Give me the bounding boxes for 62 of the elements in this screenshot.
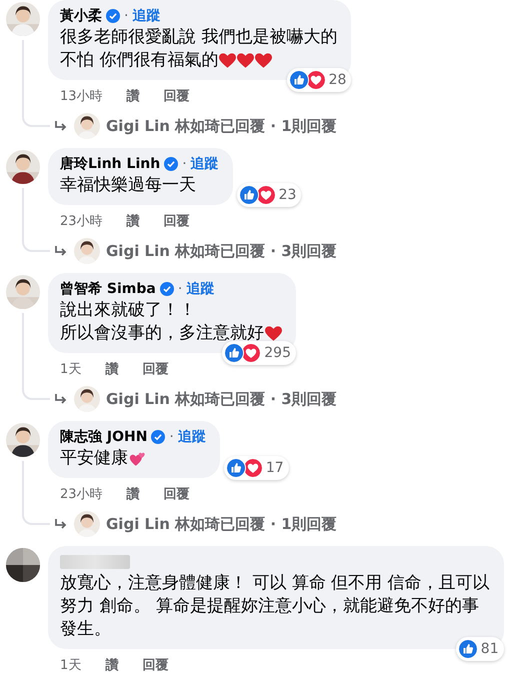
author-name[interactable]: 黃小柔 bbox=[60, 6, 102, 26]
separator-dot: · bbox=[169, 428, 174, 447]
reaction-summary[interactable]: 81 bbox=[456, 637, 504, 661]
like-reaction-icon bbox=[224, 343, 244, 363]
author-name[interactable]: 陳志強 JOHN bbox=[60, 427, 148, 447]
reaction-summary[interactable]: 23 bbox=[236, 183, 302, 207]
author-name[interactable]: 曾智希 Simba bbox=[60, 279, 156, 299]
like-link[interactable]: 讚 bbox=[126, 486, 140, 504]
like-reaction-icon bbox=[458, 639, 478, 659]
like-link[interactable]: 讚 bbox=[105, 361, 118, 379]
comment-text: 很多老師很愛亂說 我們也是被嚇大的 bbox=[60, 26, 338, 49]
like-link[interactable]: 讚 bbox=[105, 657, 118, 675]
timestamp[interactable]: 1天 bbox=[60, 657, 82, 675]
reply-link[interactable]: 回覆 bbox=[142, 361, 168, 379]
follow-link[interactable]: 追蹤 bbox=[190, 154, 219, 174]
reply-arrow-icon bbox=[54, 245, 68, 257]
reply-arrow-icon bbox=[54, 393, 68, 405]
comment-text: 放寬心，注意身體健康！ 可以 算命 但不用 信命，且可以 bbox=[60, 572, 490, 595]
view-replies-link[interactable]: Gigi Lin 林如琦已回覆 · 3則回覆 bbox=[106, 242, 337, 260]
view-replies-link[interactable]: Gigi Lin 林如琦已回覆 · 1則回覆 bbox=[106, 514, 337, 534]
separator-dot: · bbox=[178, 280, 182, 299]
heart-icon bbox=[255, 52, 272, 68]
comment-text: 不怕 你們很有福氣的 bbox=[60, 49, 218, 72]
reply-link[interactable]: 回覆 bbox=[164, 486, 190, 504]
comment-text: 發生。 bbox=[60, 618, 111, 641]
like-reaction-icon bbox=[238, 185, 259, 205]
heart-icon bbox=[265, 326, 282, 342]
reply-arrow-icon bbox=[54, 518, 68, 530]
comment-text: 平安健康 bbox=[60, 447, 128, 470]
follow-link[interactable]: 追蹤 bbox=[178, 427, 206, 447]
author-name[interactable]: 唐玲Linh Linh bbox=[60, 154, 160, 174]
timestamp[interactable]: 13小時 bbox=[60, 88, 103, 106]
view-replies-link[interactable]: Gigi Lin 林如琦已回覆 · 1則回覆 bbox=[106, 116, 337, 136]
follow-link[interactable]: 追蹤 bbox=[186, 279, 214, 299]
reaction-summary[interactable]: 28 bbox=[286, 68, 352, 92]
comment-text: 說出來就破了！！ bbox=[60, 299, 196, 322]
separator-dot: · bbox=[182, 155, 187, 174]
reply-link[interactable]: 回覆 bbox=[142, 657, 168, 675]
like-reaction-icon bbox=[226, 458, 246, 478]
timestamp[interactable]: 23小時 bbox=[60, 213, 103, 231]
reply-arrow-icon bbox=[54, 120, 68, 132]
timestamp[interactable]: 23小時 bbox=[60, 486, 103, 504]
like-link[interactable]: 讚 bbox=[126, 88, 140, 106]
two-hearts-icon bbox=[129, 450, 146, 466]
view-replies-link[interactable]: Gigi Lin 林如琦已回覆 · 3則回覆 bbox=[106, 390, 337, 408]
follow-link[interactable]: 追蹤 bbox=[132, 6, 160, 26]
like-link[interactable]: 讚 bbox=[126, 213, 140, 231]
timestamp[interactable]: 1天 bbox=[60, 361, 82, 379]
like-reaction-icon bbox=[288, 70, 309, 90]
reply-link[interactable]: 回覆 bbox=[164, 88, 190, 106]
love-reaction-icon bbox=[256, 185, 276, 205]
love-reaction-icon bbox=[306, 70, 326, 90]
heart-icon bbox=[219, 52, 236, 68]
comment-text: 努力 創命。 算命是提醒妳注意小心，就能避免不好的事 bbox=[60, 595, 479, 618]
love-reaction-icon bbox=[241, 343, 262, 363]
heart-icon bbox=[237, 52, 254, 68]
separator-dot: · bbox=[124, 7, 128, 26]
reply-link[interactable]: 回覆 bbox=[164, 213, 190, 231]
comment-text: 幸福快樂過每一天 bbox=[60, 174, 196, 197]
love-reaction-icon bbox=[242, 458, 263, 478]
reaction-summary[interactable]: 17 bbox=[224, 456, 289, 480]
reaction-summary[interactable]: 295 bbox=[222, 341, 296, 365]
